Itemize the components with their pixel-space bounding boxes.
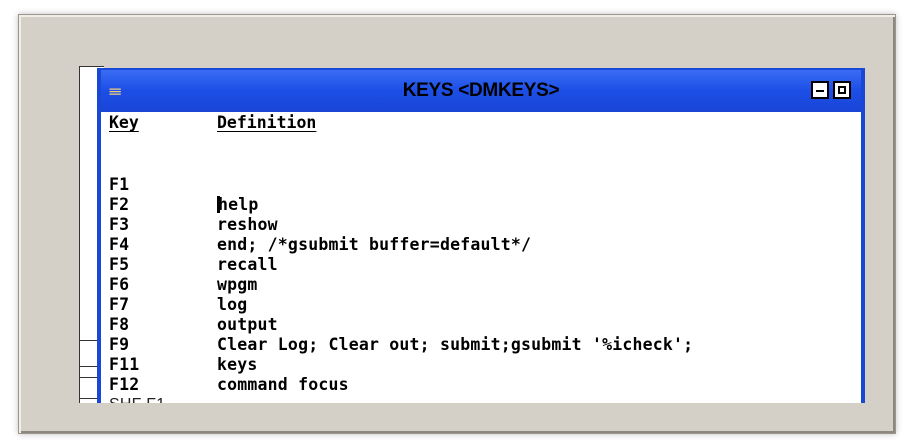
key-name: SHF F1 (109, 395, 165, 403)
key-row[interactable]: F9 keys (109, 315, 861, 374)
key-row[interactable]: F11 command focus (109, 335, 861, 394)
key-row[interactable]: F7 output (109, 275, 861, 334)
key-row[interactable]: SHF F1 subtop (109, 375, 861, 403)
window-title: KEYS <DMKEYS> (402, 80, 560, 101)
keys-editor[interactable]: Key Definition F1 help F2 reshow F3 end;… (109, 111, 861, 403)
key-row[interactable]: F1 help (109, 155, 861, 214)
key-row[interactable]: F8 Clear Log; Clear out; submit;gsubmit … (109, 295, 861, 354)
maximize-button[interactable] (833, 81, 851, 99)
key-row[interactable]: F5 wpgm (109, 235, 861, 294)
key-row[interactable]: F2 reshow (109, 175, 861, 234)
key-row[interactable]: F3 end; /*gsubmit buffer=default*/ (109, 195, 861, 254)
column-headers: Key Definition (109, 113, 861, 135)
minimize-button[interactable] (811, 81, 829, 99)
key-row[interactable]: F4 recall (109, 215, 861, 274)
definition-column-header: Definition (217, 113, 317, 132)
key-row[interactable]: F12 (109, 355, 861, 394)
title-bar[interactable]: ≡≡ KEYS <DMKEYS> (101, 70, 861, 112)
keys-window: ≡≡ KEYS <DMKEYS> Key Definition F1 help … (97, 68, 865, 403)
key-column-header: Key (109, 113, 139, 132)
key-row[interactable]: F6 log (109, 255, 861, 314)
